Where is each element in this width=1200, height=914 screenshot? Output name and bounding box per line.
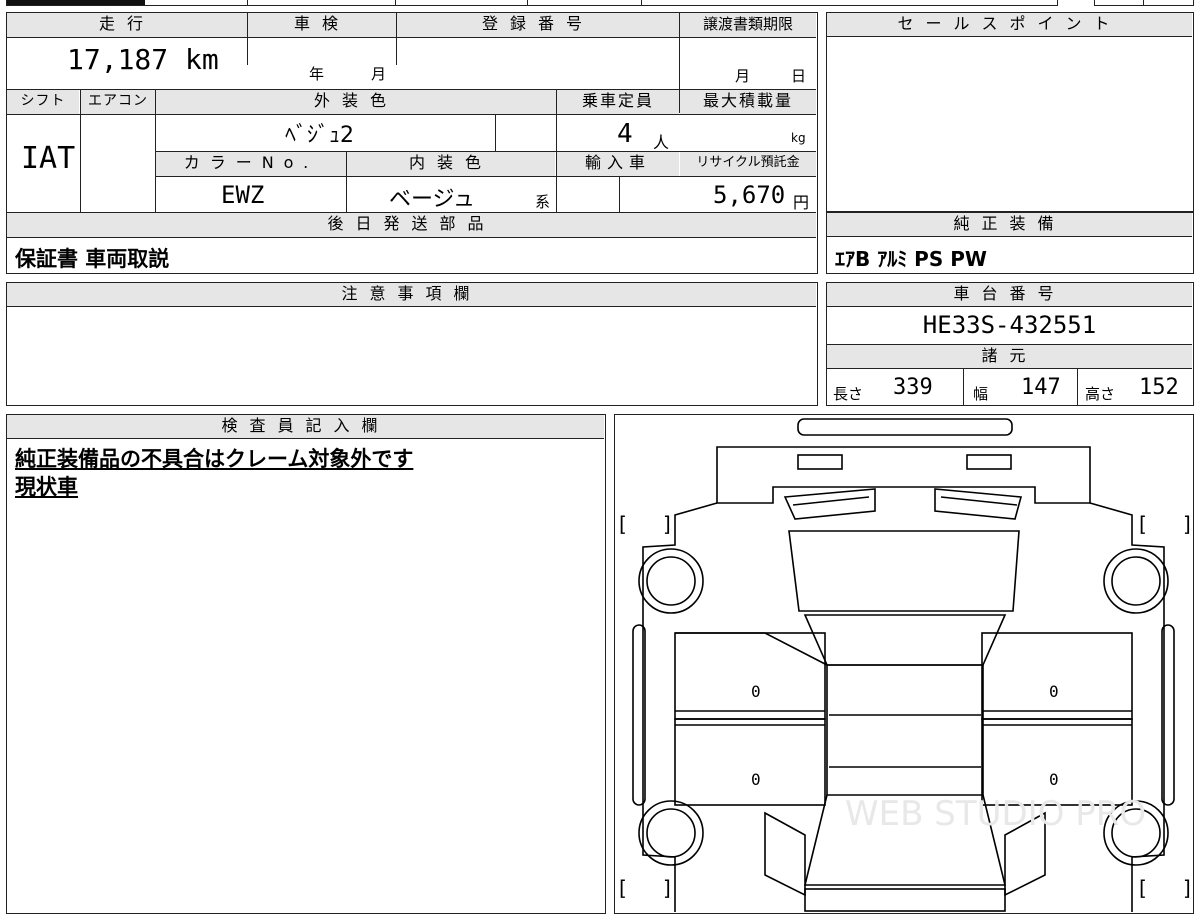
recycle-unit: 円 xyxy=(793,193,810,212)
sales-point-label: セールスポイント xyxy=(827,13,1192,37)
bracket-rear-left-close: ] xyxy=(663,876,671,900)
height-label: 高さ xyxy=(1085,385,1116,403)
door-mark-rear-left: 0 xyxy=(751,770,761,789)
length-value: 339 xyxy=(893,375,933,400)
width-value: 147 xyxy=(1021,375,1061,400)
watermark: WEB STUDIO PRO xyxy=(845,794,1146,834)
recycle-label: リサイクル預託金 xyxy=(680,152,816,176)
inspection-month: 月 xyxy=(371,65,387,83)
bracket-rear-right-open: [ xyxy=(1139,876,1147,900)
exterior-color-label: 外装色 xyxy=(156,90,556,114)
length-label: 長さ xyxy=(833,385,864,403)
inspector-label: 検査員記入欄 xyxy=(7,415,604,439)
top-strip-right xyxy=(1094,0,1194,6)
bracket-front-right-close: ] xyxy=(1183,512,1191,536)
mileage-label: 走行 xyxy=(7,13,247,37)
sales-point-box: セールスポイント xyxy=(826,12,1194,212)
later-parts-label: 後日発送部品 xyxy=(7,213,816,237)
chassis-specs-box: 車台番号 HE33S-432551 諸元 長さ 339 幅 147 高さ 152 xyxy=(826,282,1194,406)
max-load-unit: kg xyxy=(791,131,806,145)
transfer-day: 日 xyxy=(791,67,807,85)
import-label: 輸入車 xyxy=(557,152,679,176)
seating-unit: 人 xyxy=(653,133,670,152)
inspection-label: 車検 xyxy=(248,13,396,37)
color-no-label: カラーNo. xyxy=(156,152,346,176)
notes-box: 注意事項欄 xyxy=(6,282,818,406)
door-mark-front-left: 0 xyxy=(751,682,761,701)
door-mark-front-right: 0 xyxy=(1049,682,1059,701)
bracket-front-left-close: ] xyxy=(663,512,671,536)
notes-label: 注意事項欄 xyxy=(7,283,816,307)
bracket-rear-right-close: ] xyxy=(1183,876,1191,900)
transfer-deadline-label: 譲渡書類期限 xyxy=(680,13,816,37)
mileage-value: 17,187 km xyxy=(67,43,219,76)
seating-value: 4 xyxy=(617,119,633,149)
vehicle-diagram-box: 0 0 0 0 [ ] [ ] [ ] [ ] WEB STUDIO PRO xyxy=(614,414,1194,914)
inspector-line-2: 現状車 xyxy=(15,475,78,499)
top-strip-dark-block xyxy=(7,0,145,5)
interior-color-value: ベージュ xyxy=(389,187,476,212)
height-value: 152 xyxy=(1139,375,1179,400)
top-strip xyxy=(6,0,1058,6)
inspector-box: 検査員記入欄 純正装備品の不具合はクレーム対象外です 現状車 xyxy=(6,414,606,914)
chassis-label: 車台番号 xyxy=(827,283,1192,307)
specs-label: 諸元 xyxy=(827,345,1192,369)
max-load-label: 最大積載量 xyxy=(680,90,816,114)
shift-value: IAT xyxy=(21,141,76,176)
vehicle-diagram: 0 0 0 0 [ ] [ ] [ ] [ ] WEB STUDIO PRO xyxy=(619,418,1191,912)
seating-label: 乗車定員 xyxy=(557,90,679,114)
later-parts-value: 保証書 車両取説 xyxy=(15,247,170,271)
shift-label: シフト xyxy=(7,90,79,114)
equipment-box: 純正装備 ｴｱB ｱﾙﾐ PS PW xyxy=(826,212,1194,274)
recycle-value: 5,670 xyxy=(713,181,786,209)
chassis-value: HE33S-432551 xyxy=(922,311,1097,339)
interior-color-label: 内装色 xyxy=(347,152,555,176)
transfer-month: 月 xyxy=(735,67,751,85)
width-label: 幅 xyxy=(973,385,989,403)
color-no-value: EWZ xyxy=(221,181,265,209)
bracket-rear-left-open: [ xyxy=(619,876,627,900)
bracket-front-right-open: [ xyxy=(1139,512,1147,536)
main-info-table: 走行 車検 登録番号 譲渡書類期限 17,187 km 年 月 月 日 シフト … xyxy=(6,12,818,274)
door-mark-rear-right: 0 xyxy=(1049,770,1059,789)
exterior-color-value: ﾍﾞｼﾞｭ2 xyxy=(285,123,354,148)
interior-color-suffix: 系 xyxy=(535,193,551,211)
equipment-label: 純正装備 xyxy=(827,213,1192,237)
inspection-year: 年 xyxy=(309,65,325,83)
equipment-value: ｴｱB ｱﾙﾐ PS PW xyxy=(835,247,987,271)
registration-label: 登録番号 xyxy=(397,13,679,37)
bracket-front-left-open: [ xyxy=(619,512,627,536)
aircon-label: エアコン xyxy=(81,90,155,114)
inspector-line-1: 純正装備品の不具合はクレーム対象外です xyxy=(15,447,414,471)
